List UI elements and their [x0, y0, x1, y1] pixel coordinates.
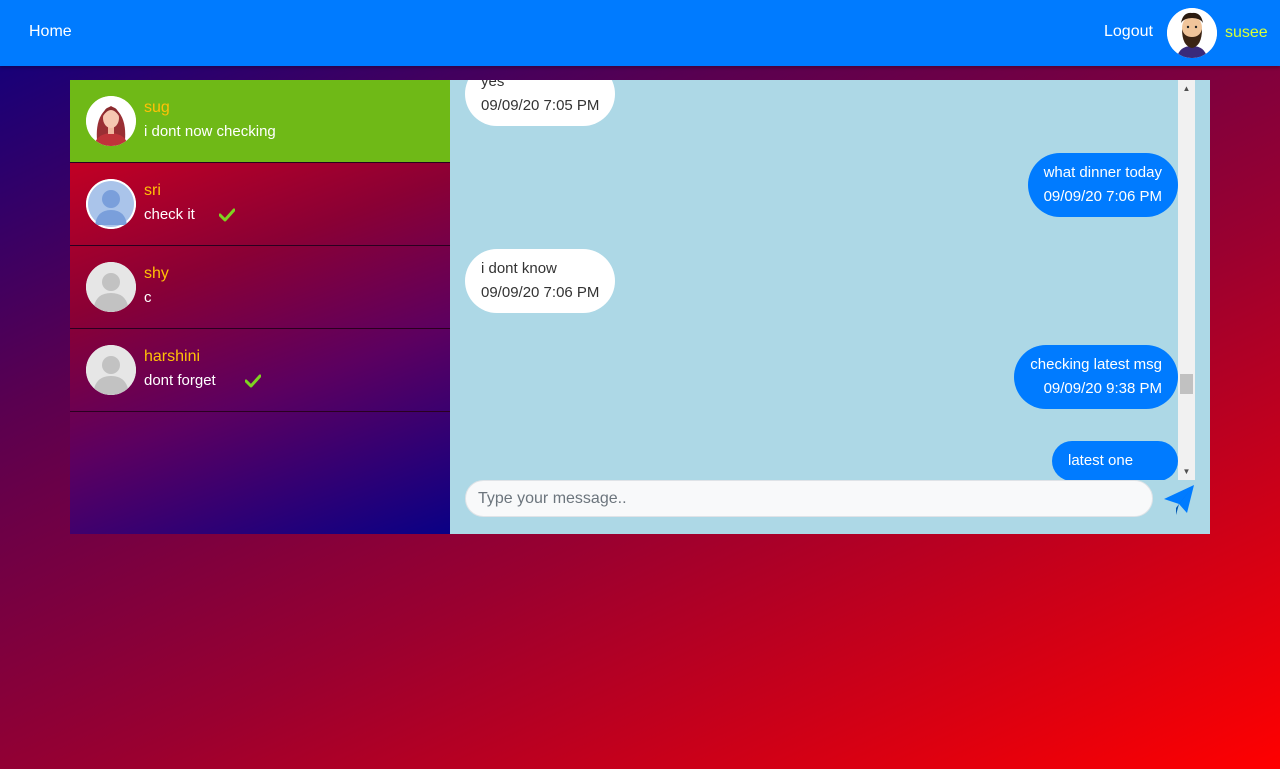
- default-avatar-icon: [86, 345, 136, 395]
- message-input[interactable]: [465, 480, 1153, 517]
- contact-item-harshini[interactable]: harshini dont forget: [70, 329, 450, 412]
- outgoing-message: checking latest msg 09/09/20 9:38 PM: [1014, 345, 1178, 409]
- read-check-icon: [245, 374, 261, 388]
- contact-name: sri: [144, 182, 161, 199]
- logout-link[interactable]: Logout: [1104, 23, 1153, 41]
- contacts-sidebar: sug i dont now checking sri check it shy…: [70, 80, 450, 534]
- chat-area: yes 09/09/20 7:05 PM what dinner today 0…: [450, 80, 1210, 534]
- chat-panel: sug i dont now checking sri check it shy…: [70, 80, 1210, 534]
- home-link[interactable]: Home: [29, 23, 72, 41]
- message-scrollbar[interactable]: ▲ ▼: [1178, 80, 1195, 480]
- scroll-up-icon[interactable]: ▲: [1178, 80, 1195, 97]
- message-text: latest one: [1068, 452, 1134, 469]
- message-time: 09/09/20 7:06 PM: [1043, 188, 1162, 205]
- incoming-message: i dont know 09/09/20 7:06 PM: [465, 249, 616, 313]
- scroll-down-icon[interactable]: ▼: [1178, 463, 1195, 480]
- contact-item-shy[interactable]: shy c: [70, 246, 450, 329]
- scroll-thumb[interactable]: [1180, 374, 1193, 394]
- message-time: 09/09/20 7:05 PM: [481, 97, 600, 114]
- message-list: yes 09/09/20 7:05 PM what dinner today 0…: [450, 80, 1178, 480]
- default-avatar-icon: [86, 262, 136, 312]
- contact-last-message: i dont now checking: [144, 123, 276, 140]
- read-check-icon: [219, 208, 235, 222]
- contact-name: shy: [144, 265, 169, 282]
- message-text: i dont know: [481, 260, 557, 277]
- contact-name: sug: [144, 99, 170, 116]
- woman-avatar-icon: [86, 96, 136, 146]
- outgoing-message: latest one: [1052, 441, 1178, 480]
- contact-last-message: check it: [144, 206, 195, 223]
- message-text: what dinner today: [1043, 164, 1162, 181]
- message-text: yes: [481, 80, 505, 90]
- contact-last-message: dont forget: [144, 372, 216, 389]
- contact-name: harshini: [144, 348, 201, 365]
- top-navbar: Home Logout susee: [0, 0, 1280, 66]
- send-icon[interactable]: [1162, 482, 1196, 516]
- outgoing-message: what dinner today 09/09/20 7:06 PM: [1027, 153, 1178, 217]
- contact-last-message: c: [144, 289, 152, 306]
- message-text: checking latest msg: [1030, 356, 1162, 373]
- message-time: 09/09/20 9:38 PM: [1043, 380, 1162, 397]
- bearded-man-avatar-icon[interactable]: [1167, 8, 1217, 58]
- message-time: 09/09/20 7:06 PM: [481, 284, 600, 301]
- current-username: susee: [1225, 24, 1268, 41]
- incoming-message: yes 09/09/20 7:05 PM: [465, 80, 616, 126]
- contact-item-sug[interactable]: sug i dont now checking: [70, 80, 450, 163]
- contact-item-sri[interactable]: sri check it: [70, 163, 450, 246]
- blue-person-avatar-icon: [86, 179, 136, 229]
